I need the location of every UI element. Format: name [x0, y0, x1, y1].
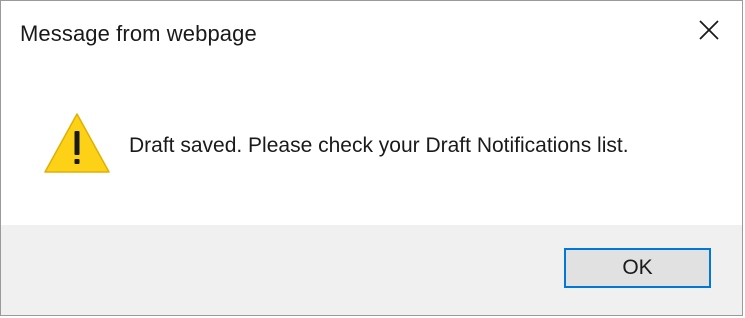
- dialog-footer: OK: [1, 225, 742, 315]
- warning-icon: [44, 113, 110, 173]
- close-button[interactable]: [694, 15, 724, 45]
- dialog-body: Draft saved. Please check your Draft Not…: [1, 67, 742, 225]
- dialog-title: Message from webpage: [20, 21, 257, 46]
- ok-button[interactable]: OK: [564, 248, 711, 288]
- ok-button-label: OK: [622, 256, 653, 279]
- message-dialog: Message from webpage Draft saved. Please…: [0, 0, 743, 316]
- close-icon: [699, 20, 719, 40]
- dialog-message: Draft saved. Please check your Draft Not…: [129, 134, 629, 157]
- title-bar[interactable]: Message from webpage: [1, 1, 742, 67]
